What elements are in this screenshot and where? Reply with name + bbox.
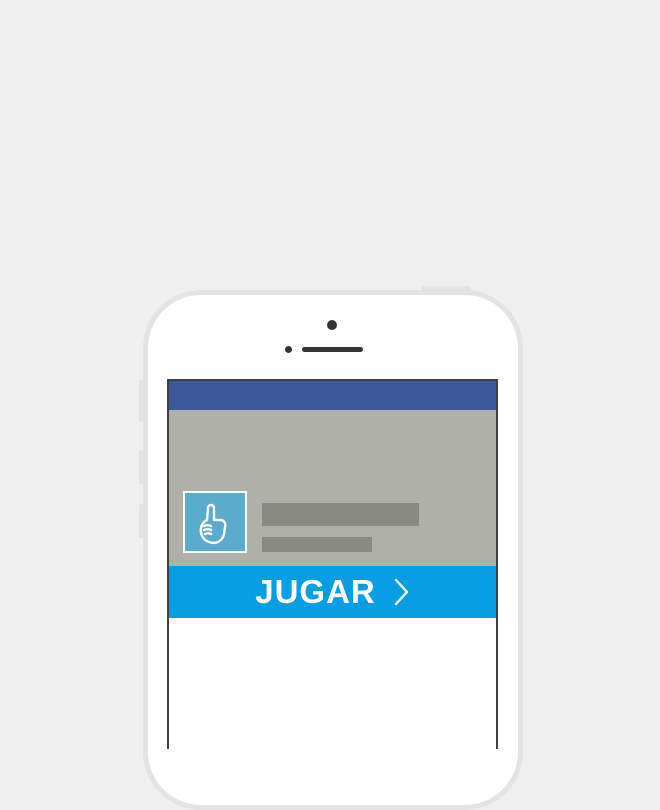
proximity-sensor <box>285 346 292 353</box>
front-camera <box>327 320 337 330</box>
chevron-right-icon <box>394 578 410 606</box>
foam-finger-icon <box>199 503 227 545</box>
title-placeholder <box>262 503 419 526</box>
app-banner <box>169 410 496 566</box>
play-button-label: JUGAR <box>255 573 376 610</box>
app-icon[interactable] <box>183 491 247 553</box>
earpiece-speaker <box>302 347 363 352</box>
content-area <box>169 618 496 749</box>
subtitle-placeholder <box>262 537 372 552</box>
play-button[interactable]: JUGAR <box>169 566 496 618</box>
phone-screen: JUGAR <box>167 379 498 749</box>
top-bar <box>169 381 496 410</box>
